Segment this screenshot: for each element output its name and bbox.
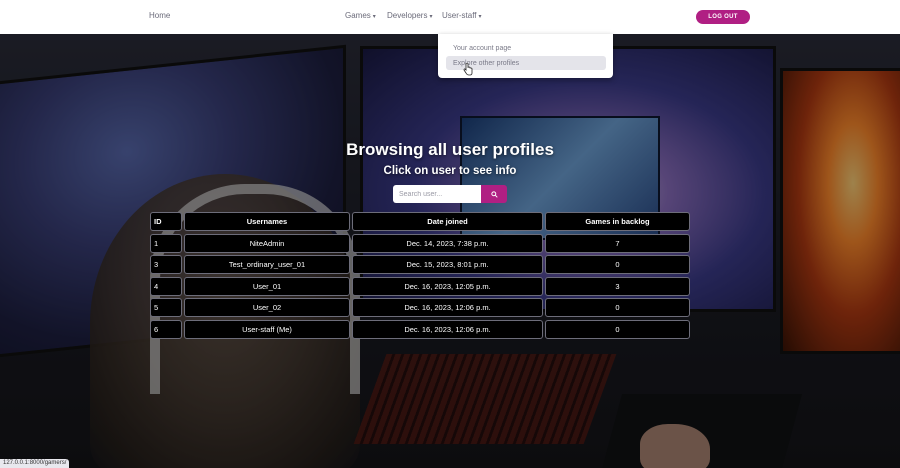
table-row[interactable]: 4 User_01 Dec. 16, 2023, 12:05 p.m. 3 [150, 276, 690, 299]
cell-username[interactable]: User_02 [184, 298, 350, 317]
cell-username[interactable]: NiteAdmin [184, 233, 350, 253]
nav-home-link[interactable]: Home [149, 11, 170, 20]
cell-id: 5 [150, 298, 182, 317]
table-row[interactable]: 3 Test_ordinary_user_01 Dec. 15, 2023, 8… [150, 255, 690, 277]
cell-id: 3 [150, 255, 182, 274]
header-date-joined: Date joined [352, 212, 543, 231]
nav-user-staff-dropdown[interactable]: User-staff ▾ [442, 11, 482, 20]
users-table: ID Usernames Date joined Games in backlo… [150, 212, 690, 341]
header-usernames: Usernames [184, 212, 350, 231]
page-title: Browsing all user profiles [346, 140, 554, 159]
search-icon [490, 190, 498, 198]
cell-date-joined: Dec. 16, 2023, 12:05 p.m. [352, 276, 543, 296]
table-row[interactable]: 1 NiteAdmin Dec. 14, 2023, 7:38 p.m. 7 [150, 233, 690, 256]
cell-date-joined: Dec. 16, 2023, 12:06 p.m. [352, 298, 543, 317]
chevron-down-icon: ▾ [478, 14, 482, 20]
table-row[interactable]: 6 User-staff (Me) Dec. 16, 2023, 12:06 p… [150, 319, 690, 342]
cell-games-in-backlog: 3 [545, 276, 690, 296]
cell-id: 4 [150, 276, 182, 296]
chevron-down-icon: ▾ [429, 14, 433, 20]
cell-username[interactable]: Test_ordinary_user_01 [184, 255, 350, 274]
search-input[interactable] [393, 185, 481, 203]
table-row[interactable]: 5 User_02 Dec. 16, 2023, 12:06 p.m. 0 [150, 298, 690, 320]
logout-button[interactable]: LOG OUT [696, 10, 750, 24]
browser-status-bar-url: 127.0.0.1:8000/gamers/ [0, 459, 70, 468]
cell-games-in-backlog: 0 [545, 319, 690, 339]
page-subtitle: Click on user to see info [383, 165, 517, 177]
cell-date-joined: Dec. 15, 2023, 8:01 p.m. [352, 255, 543, 274]
cell-username[interactable]: User_01 [184, 276, 350, 296]
cell-id: 6 [150, 319, 182, 339]
nav-developers-dropdown[interactable]: Developers ▾ [387, 11, 432, 20]
nav-games-dropdown[interactable]: Games ▾ [345, 11, 376, 20]
cell-username[interactable]: User-staff (Me) [184, 319, 350, 339]
nav-user-staff-label: User-staff [442, 11, 477, 20]
nav-games-label: Games [345, 11, 371, 20]
cell-date-joined: Dec. 14, 2023, 7:38 p.m. [352, 233, 543, 253]
table-header-row: ID Usernames Date joined Games in backlo… [150, 212, 690, 234]
cell-games-in-backlog: 0 [545, 255, 690, 274]
nav-developers-label: Developers [387, 11, 428, 20]
hand-pointer-icon [463, 62, 473, 76]
top-navbar: Home Games ▾ Developers ▾ User-staff ▾ LOG … [0, 0, 900, 34]
cell-id: 1 [150, 233, 182, 253]
cell-games-in-backlog: 0 [545, 298, 690, 317]
search-button[interactable] [481, 185, 507, 203]
header-id: ID [150, 212, 182, 231]
cell-date-joined: Dec. 16, 2023, 12:06 p.m. [352, 319, 543, 339]
header-games-in-backlog: Games in backlog [545, 212, 690, 231]
cell-games-in-backlog: 7 [545, 233, 690, 253]
chevron-down-icon: ▾ [372, 14, 376, 20]
dropdown-item-your-account[interactable]: Your account page [446, 41, 606, 55]
